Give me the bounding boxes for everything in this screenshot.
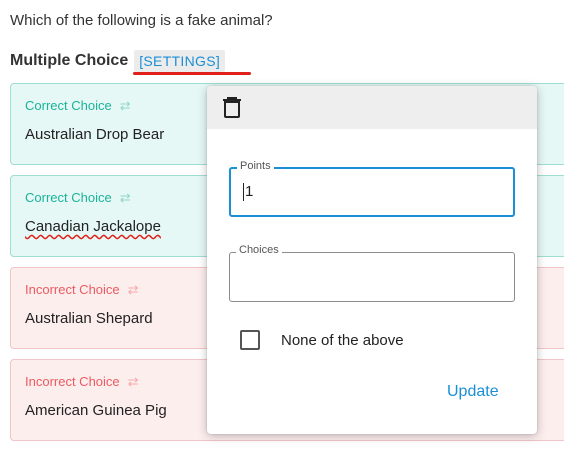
popover-header [207,86,537,129]
swap-arrows-icon[interactable]: ⇄ [120,190,131,206]
swap-arrows-icon[interactable]: ⇄ [120,98,131,114]
choice-status[interactable]: Correct Choice ⇄ [25,98,131,114]
points-input[interactable]: 1 [243,183,253,201]
points-label: Points [237,160,274,172]
choices-field[interactable]: Choices [229,244,515,302]
swap-arrows-icon[interactable]: ⇄ [128,282,139,298]
choice-text[interactable]: Australian Shepard [25,310,153,327]
choice-status[interactable]: Incorrect Choice ⇄ [25,282,139,298]
none-of-above-row[interactable]: None of the above [240,330,404,350]
section-header: Multiple Choice [SETTINGS] [10,50,226,72]
choice-text[interactable]: American Guinea Pig [25,402,167,419]
none-of-above-label[interactable]: None of the above [281,332,404,349]
points-field[interactable]: Points 1 [229,160,515,217]
settings-button[interactable]: [SETTINGS] [134,50,226,72]
choice-status[interactable]: Correct Choice ⇄ [25,190,131,206]
none-of-above-checkbox[interactable] [240,330,260,350]
choice-status[interactable]: Incorrect Choice ⇄ [25,374,139,390]
section-title: Multiple Choice [10,52,129,69]
choice-text[interactable]: Australian Drop Bear [25,126,164,143]
choices-label: Choices [236,244,282,256]
swap-arrows-icon[interactable]: ⇄ [128,374,139,390]
choice-text[interactable]: Canadian Jackalope [25,218,161,235]
update-button[interactable]: Update [447,383,499,401]
trash-icon[interactable] [223,96,241,118]
question-text: Which of the following is a fake animal? [10,12,273,29]
annotation-underline [133,72,251,75]
settings-popover: Points 1 Choices None of the above Updat… [207,86,537,434]
